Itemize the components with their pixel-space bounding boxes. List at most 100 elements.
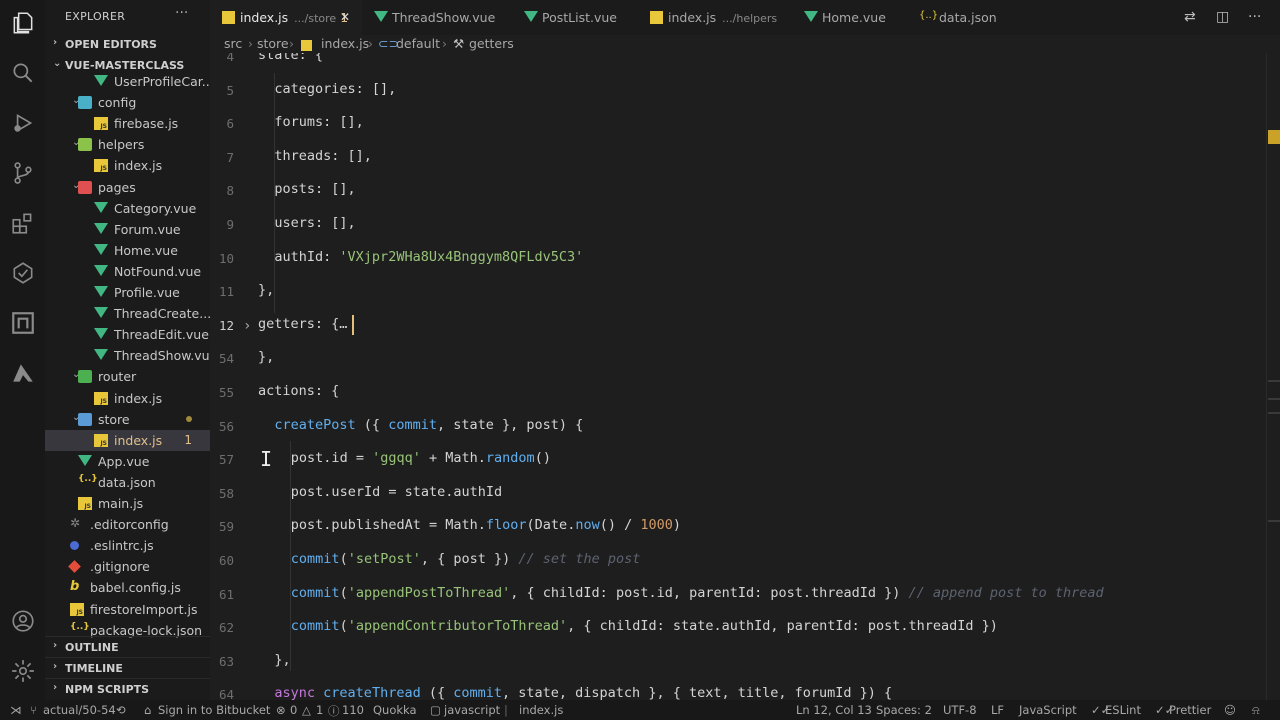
tree-file[interactable]: b babel.config.js <box>45 577 210 598</box>
code-line[interactable]: commit('appendContributorToThread', { ch… <box>291 618 998 634</box>
tree-folder[interactable]: ⌄ pages <box>45 177 210 198</box>
tree-file[interactable]: UserProfileCar... <box>45 71 210 92</box>
editor-tab[interactable]: PostList.vue <box>512 0 638 35</box>
fold-chevron-icon[interactable]: › <box>243 318 251 334</box>
encoding[interactable]: UTF-8 <box>943 703 977 717</box>
indentation[interactable]: Spaces: 2 <box>876 703 932 717</box>
code-line[interactable]: forums: [], <box>274 114 363 130</box>
tree-file[interactable]: index.js <box>45 155 210 176</box>
code-line[interactable]: createPost ({ commit, state }, post) { <box>274 417 583 433</box>
timeline-section[interactable]: › TIMELINE <box>45 657 210 677</box>
sign-in-bitbucket[interactable]: Sign in to Bitbucket <box>158 703 270 717</box>
outline-section[interactable]: › OUTLINE <box>45 636 210 656</box>
error-count[interactable]: 0 <box>290 703 297 717</box>
explorer-icon[interactable] <box>10 10 36 36</box>
breadcrumb-store[interactable]: store <box>257 36 289 51</box>
tree-item-label: Profile.vue <box>114 285 180 300</box>
code-line[interactable]: post.id = 'ggqq' + Math.random() <box>291 450 551 466</box>
eslint-status[interactable]: ESLint <box>1105 703 1141 717</box>
info-count[interactable]: 110 <box>342 703 364 717</box>
json-file-icon: {..} <box>70 621 90 632</box>
more-icon[interactable]: ··· <box>1248 9 1261 25</box>
tree-file[interactable]: index.js <box>45 388 210 409</box>
code-line[interactable]: state: { <box>258 53 323 63</box>
tree-folder[interactable]: ⌄ router <box>45 366 210 387</box>
tree-file[interactable]: firestoreImport.js <box>45 599 210 620</box>
bell-icon[interactable]: ⍾ <box>1252 703 1260 718</box>
open-changes-icon[interactable]: ⇄ <box>1184 9 1196 25</box>
lang-crumb[interactable]: javascript <box>444 703 500 717</box>
tree-file[interactable]: Home.vue <box>45 240 210 261</box>
more-actions-icon[interactable]: ··· <box>175 5 188 21</box>
code-line[interactable]: actions: { <box>258 383 339 399</box>
code-line[interactable]: threads: [], <box>274 148 372 164</box>
breadcrumb-default[interactable]: default <box>396 36 440 51</box>
quokka-status[interactable]: Quokka <box>373 703 417 717</box>
code-line[interactable]: getters: {… <box>258 316 347 332</box>
testing-icon[interactable] <box>10 260 36 286</box>
cursor-position[interactable]: Ln 12, Col 13 <box>796 703 872 717</box>
branch-name[interactable]: actual/50-54 <box>43 703 116 717</box>
close-tab-icon[interactable]: ✕ <box>340 10 350 24</box>
npm-scripts-section[interactable]: › NPM SCRIPTS <box>45 678 210 698</box>
editor-tab[interactable]: index.js .../store 1 ✕ <box>210 0 362 35</box>
tree-file[interactable]: Profile.vue <box>45 282 210 303</box>
code-line[interactable]: post.userId = state.authId <box>291 484 502 500</box>
tree-file[interactable]: ThreadShow.vue <box>45 345 210 366</box>
search-icon[interactable] <box>10 60 36 86</box>
tree-file[interactable]: index.js 1 <box>45 429 210 451</box>
tree-file[interactable]: ThreadCreate... <box>45 303 210 324</box>
run-debug-icon[interactable] <box>10 110 36 136</box>
breadcrumb-src[interactable]: src <box>224 36 242 51</box>
tree-file[interactable]: Category.vue <box>45 198 210 219</box>
code-line[interactable]: }, <box>274 652 290 668</box>
code-line[interactable]: async createThread ({ commit, state, dis… <box>274 685 892 700</box>
extensions-icon[interactable] <box>10 210 36 236</box>
tree-file[interactable]: main.js <box>45 493 210 514</box>
code-line[interactable]: posts: [], <box>274 181 355 197</box>
split-editor-icon[interactable]: ◫ <box>1216 9 1229 25</box>
code-line[interactable]: users: [], <box>274 215 355 231</box>
tree-folder[interactable]: ⌄ helpers <box>45 134 210 155</box>
remote-icon[interactable]: ⋊ <box>10 703 22 717</box>
code-editor[interactable]: 4 state: {5 categories: [], 6 forums: [], 7 th… <box>210 53 1280 700</box>
tree-file[interactable]: {..} data.json <box>45 472 210 493</box>
tree-folder[interactable]: ⌄ config <box>45 92 210 113</box>
editor-scrollbar[interactable] <box>1266 53 1280 700</box>
file-crumb[interactable]: index.js <box>519 703 563 717</box>
tree-file[interactable]: .eslintrc.js <box>45 535 210 556</box>
feedback-icon[interactable]: ☺ <box>1224 703 1236 717</box>
code-line[interactable]: authId: 'VXjpr2WHa8Ux4Bnggym8QFLdv5C3' <box>274 249 583 265</box>
tree-folder[interactable]: ⌄ store <box>45 409 210 430</box>
code-line[interactable]: }, <box>258 282 274 298</box>
account-icon[interactable] <box>10 608 36 634</box>
tree-file[interactable]: App.vue <box>45 451 210 472</box>
tree-file[interactable]: firebase.js <box>45 113 210 134</box>
breadcrumb-file[interactable]: index.js <box>321 36 369 51</box>
tree-file[interactable]: Forum.vue <box>45 219 210 240</box>
sync-icon[interactable]: ⟲ <box>116 703 126 717</box>
prettier-status[interactable]: Prettier <box>1169 703 1211 717</box>
editor-tab[interactable]: {..} data.json <box>907 0 1007 35</box>
code-line[interactable]: }, <box>258 349 274 365</box>
tree-file[interactable]: ThreadEdit.vue <box>45 324 210 345</box>
warning-count[interactable]: 1 <box>316 703 323 717</box>
manage-gear-icon[interactable] <box>10 658 36 684</box>
editor-tab[interactable]: Home.vue <box>792 0 907 35</box>
line-ending[interactable]: LF <box>991 703 1004 717</box>
source-control-icon[interactable] <box>10 160 36 186</box>
breadcrumb-getters[interactable]: getters <box>469 36 514 51</box>
azure-icon[interactable] <box>10 360 36 386</box>
code-line[interactable]: post.publishedAt = Math.floor(Date.now()… <box>291 517 681 533</box>
code-line[interactable]: commit('setPost', { post }) // set the p… <box>291 551 641 567</box>
editor-tab[interactable]: ThreadShow.vue <box>362 0 512 35</box>
code-line[interactable]: commit('appendPostToThread', { childId: … <box>291 585 1104 601</box>
code-line[interactable]: categories: [], <box>274 81 396 97</box>
open-editors-section[interactable]: › OPEN EDITORS <box>45 34 210 54</box>
tree-file[interactable]: ✲ .editorconfig <box>45 514 210 535</box>
editor-tab[interactable]: index.js .../helpers <box>638 0 792 35</box>
remote-explorer-icon[interactable] <box>10 310 36 336</box>
language-mode[interactable]: JavaScript <box>1019 703 1077 717</box>
tree-file[interactable]: .gitignore <box>45 556 210 577</box>
tree-file[interactable]: NotFound.vue <box>45 261 210 282</box>
